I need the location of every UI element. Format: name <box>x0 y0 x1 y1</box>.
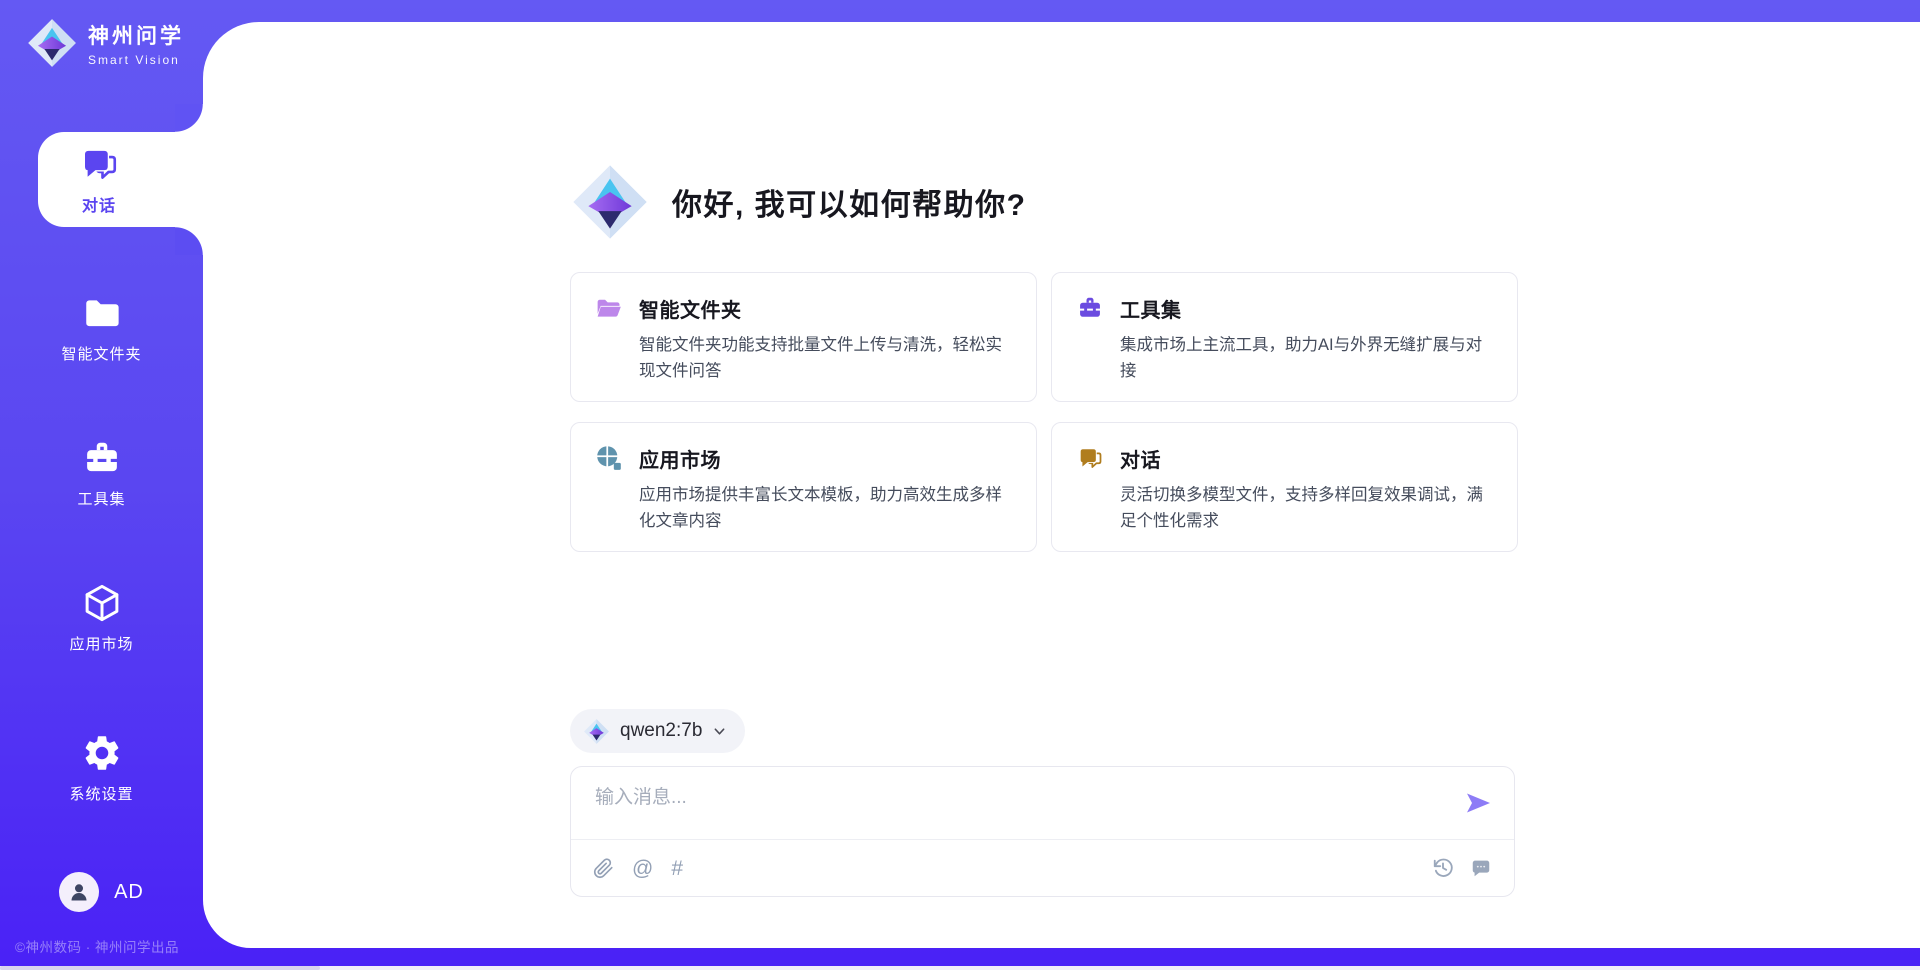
card-title: 工具集 <box>1120 294 1493 323</box>
person-icon <box>67 880 91 904</box>
card-toolset[interactable]: 工具集 集成市场上主流工具，助力AI与外界无缝扩展与对接 <box>1051 272 1518 402</box>
paperclip-icon[interactable] <box>593 858 614 879</box>
card-description: 应用市场提供丰富长文本模板，助力高效生成多样化文章内容 <box>639 482 1012 534</box>
briefcase-icon <box>1076 294 1104 322</box>
sidebar-item-label: 系统设置 <box>69 783 133 804</box>
sidebar-item-smart-folder[interactable]: 智能文件夹 <box>0 292 203 364</box>
cube-icon <box>81 582 123 624</box>
sidebar-item-label: 智能文件夹 <box>61 343 141 364</box>
message-input[interactable] <box>571 767 1514 839</box>
card-description: 灵活切换多模型文件，支持多样回复效果调试，满足个性化需求 <box>1120 482 1493 534</box>
hash-tag-icon[interactable]: # <box>671 858 683 879</box>
sidebar-item-toolset[interactable]: 工具集 <box>0 437 203 509</box>
card-title: 对话 <box>1120 444 1493 473</box>
main-panel: 你好, 我可以如何帮助你? 智能文件夹 智能文件夹功能支持批量文件上传与清洗，轻… <box>203 22 1920 948</box>
gear-icon <box>81 732 123 774</box>
horizontal-scrollbar[interactable] <box>0 966 1920 970</box>
sidebar-item-app-market[interactable]: 应用市场 <box>0 582 203 654</box>
brand-name: 神州问学 <box>88 20 184 50</box>
card-description: 集成市场上主流工具，助力AI与外界无缝扩展与对接 <box>1120 332 1493 384</box>
model-name: qwen2:7b <box>620 720 702 742</box>
brand: 神州问学 Smart Vision <box>0 0 203 69</box>
sidebar-item-label: 应用市场 <box>69 633 133 654</box>
card-app-market[interactable]: 应用市场 应用市场提供丰富长文本模板，助力高效生成多样化文章内容 <box>570 422 1037 552</box>
greeting: 你好, 我可以如何帮助你? <box>570 162 1518 242</box>
copyright-footer: ©神州数码 · 神州问学出品 <box>15 936 179 956</box>
card-chat[interactable]: 对话 灵活切换多模型文件，支持多样回复效果调试，满足个性化需求 <box>1051 422 1518 552</box>
toolbox-icon <box>81 437 123 479</box>
history-icon[interactable] <box>1432 857 1454 879</box>
avatar <box>59 872 99 912</box>
model-gem-icon <box>583 718 610 745</box>
sidebar-item-chat[interactable]: 对话 <box>38 132 203 227</box>
brand-subtitle: Smart Vision <box>88 53 184 67</box>
send-icon[interactable] <box>1464 789 1492 817</box>
card-description: 智能文件夹功能支持批量文件上传与清洗，轻松实现文件问答 <box>639 332 1012 384</box>
model-selector[interactable]: qwen2:7b <box>570 709 745 753</box>
chat-icon <box>78 143 120 185</box>
brand-gem-logo <box>26 17 78 69</box>
composer-toolbar: @ # <box>571 839 1514 896</box>
chevron-down-icon <box>712 724 727 739</box>
folder-open-icon <box>595 294 623 322</box>
user-profile[interactable]: AD <box>0 872 203 912</box>
user-label: AD <box>114 881 144 904</box>
chat-icon <box>1076 444 1104 472</box>
scrollbar-thumb[interactable] <box>0 966 320 970</box>
message-input-box: @ # <box>570 766 1515 897</box>
card-smart-folder[interactable]: 智能文件夹 智能文件夹功能支持批量文件上传与清洗，轻松实现文件问答 <box>570 272 1037 402</box>
folder-icon <box>81 292 123 334</box>
composer: qwen2:7b @ # <box>570 709 1518 897</box>
content-column: 你好, 我可以如何帮助你? 智能文件夹 智能文件夹功能支持批量文件上传与清洗，轻… <box>570 22 1518 897</box>
feature-cards: 智能文件夹 智能文件夹功能支持批量文件上传与清洗，轻松实现文件问答 工具集 集成… <box>570 272 1518 552</box>
sidebar-item-label: 对话 <box>82 192 116 216</box>
greeting-text: 你好, 我可以如何帮助你? <box>672 180 1027 224</box>
card-title: 智能文件夹 <box>639 294 1012 323</box>
at-mention-icon[interactable]: @ <box>632 858 653 879</box>
brand-gem-logo <box>570 162 650 242</box>
sidebar-item-label: 工具集 <box>77 488 125 509</box>
chat-bubble-icon[interactable] <box>1470 857 1492 879</box>
app-market-icon <box>595 444 623 472</box>
sidebar: 神州问学 Smart Vision 对话 智能文件夹 工具集 应用市场 系统设置… <box>0 0 203 970</box>
card-title: 应用市场 <box>639 444 1012 473</box>
sidebar-item-settings[interactable]: 系统设置 <box>0 732 203 804</box>
